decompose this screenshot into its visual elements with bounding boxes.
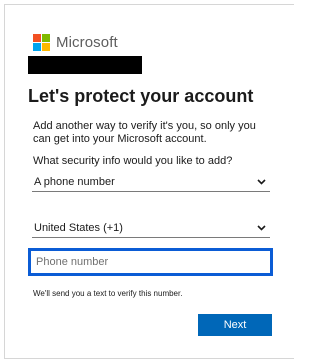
sms-verification-note: We'll send you a text to verify this num… [33, 289, 183, 298]
microsoft-logo: Microsoft [33, 34, 118, 51]
logo-square-red [33, 34, 41, 42]
logo-square-blue [33, 43, 41, 51]
page-title: Let's protect your account [28, 86, 254, 106]
chevron-down-icon [256, 178, 266, 186]
country-code-value: United States (+1) [34, 221, 123, 234]
security-method-select[interactable]: A phone number [32, 172, 270, 192]
microsoft-logo-icon [33, 34, 50, 51]
phone-number-input[interactable]: Phone number [28, 248, 273, 276]
security-method-value: A phone number [34, 175, 115, 188]
logo-square-green [42, 34, 50, 42]
next-button[interactable]: Next [198, 314, 272, 336]
logo-square-yellow [42, 43, 50, 51]
country-code-select[interactable]: United States (+1) [32, 218, 270, 238]
chevron-down-icon [256, 224, 266, 232]
brand-name: Microsoft [56, 34, 118, 51]
redacted-account-name [28, 56, 142, 74]
security-question-label: What security info would you like to add… [33, 155, 233, 167]
description-text: Add another way to verify it's you, so o… [33, 120, 256, 145]
